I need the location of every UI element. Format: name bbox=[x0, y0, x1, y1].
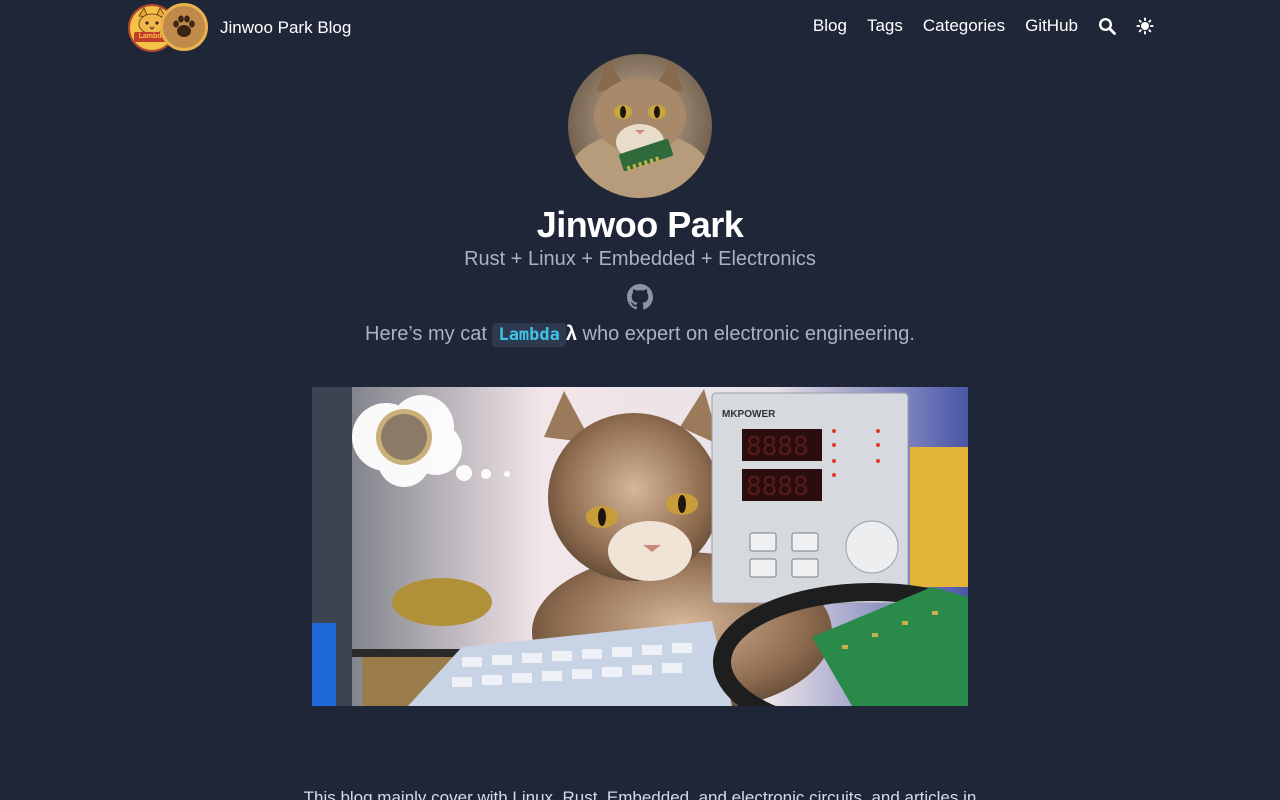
main-nav: Blog Tags Categories GitHub bbox=[813, 16, 1154, 36]
hero-cat-image: MKPOWER 8888 8888 bbox=[312, 387, 968, 706]
nav-link-github[interactable]: GitHub bbox=[1025, 16, 1078, 36]
profile-name: Jinwoo Park bbox=[536, 204, 744, 245]
intro-prefix: Here’s my cat bbox=[365, 323, 493, 345]
sun-icon[interactable] bbox=[1136, 17, 1154, 35]
search-icon[interactable] bbox=[1098, 17, 1116, 35]
intro-text: Here’s my cat Lambda λ who expert on elec… bbox=[0, 323, 1280, 347]
blog-description: This blog mainly cover with Linux, Rust,… bbox=[303, 788, 977, 800]
profile-avatar bbox=[568, 54, 712, 198]
paw-logo-icon bbox=[160, 3, 208, 51]
brand-link[interactable]: Lambda EE Jinwoo Park Blog bbox=[128, 3, 351, 53]
cat-name-code: Lambda bbox=[492, 323, 566, 347]
svg-text:8888: 8888 bbox=[746, 472, 809, 502]
svg-text:8888: 8888 bbox=[746, 432, 809, 462]
profile-tagline: Rust + Linux + Embedded + Electronics bbox=[464, 248, 816, 270]
nav-link-categories[interactable]: Categories bbox=[923, 16, 1005, 36]
nav-link-tags[interactable]: Tags bbox=[867, 16, 903, 36]
brand-title: Jinwoo Park Blog bbox=[220, 18, 352, 37]
power-supply-brand: MKPOWER bbox=[722, 409, 776, 420]
github-icon[interactable] bbox=[627, 284, 653, 310]
lambda-symbol: λ bbox=[565, 323, 577, 345]
nav-link-blog[interactable]: Blog bbox=[813, 16, 847, 36]
site-header: Lambda EE Jinwoo Park Blog Blog Tags Cat… bbox=[0, 0, 1280, 56]
site-logo: Lambda EE bbox=[128, 3, 208, 53]
intro-suffix: who expert on electronic engineering. bbox=[577, 323, 915, 345]
